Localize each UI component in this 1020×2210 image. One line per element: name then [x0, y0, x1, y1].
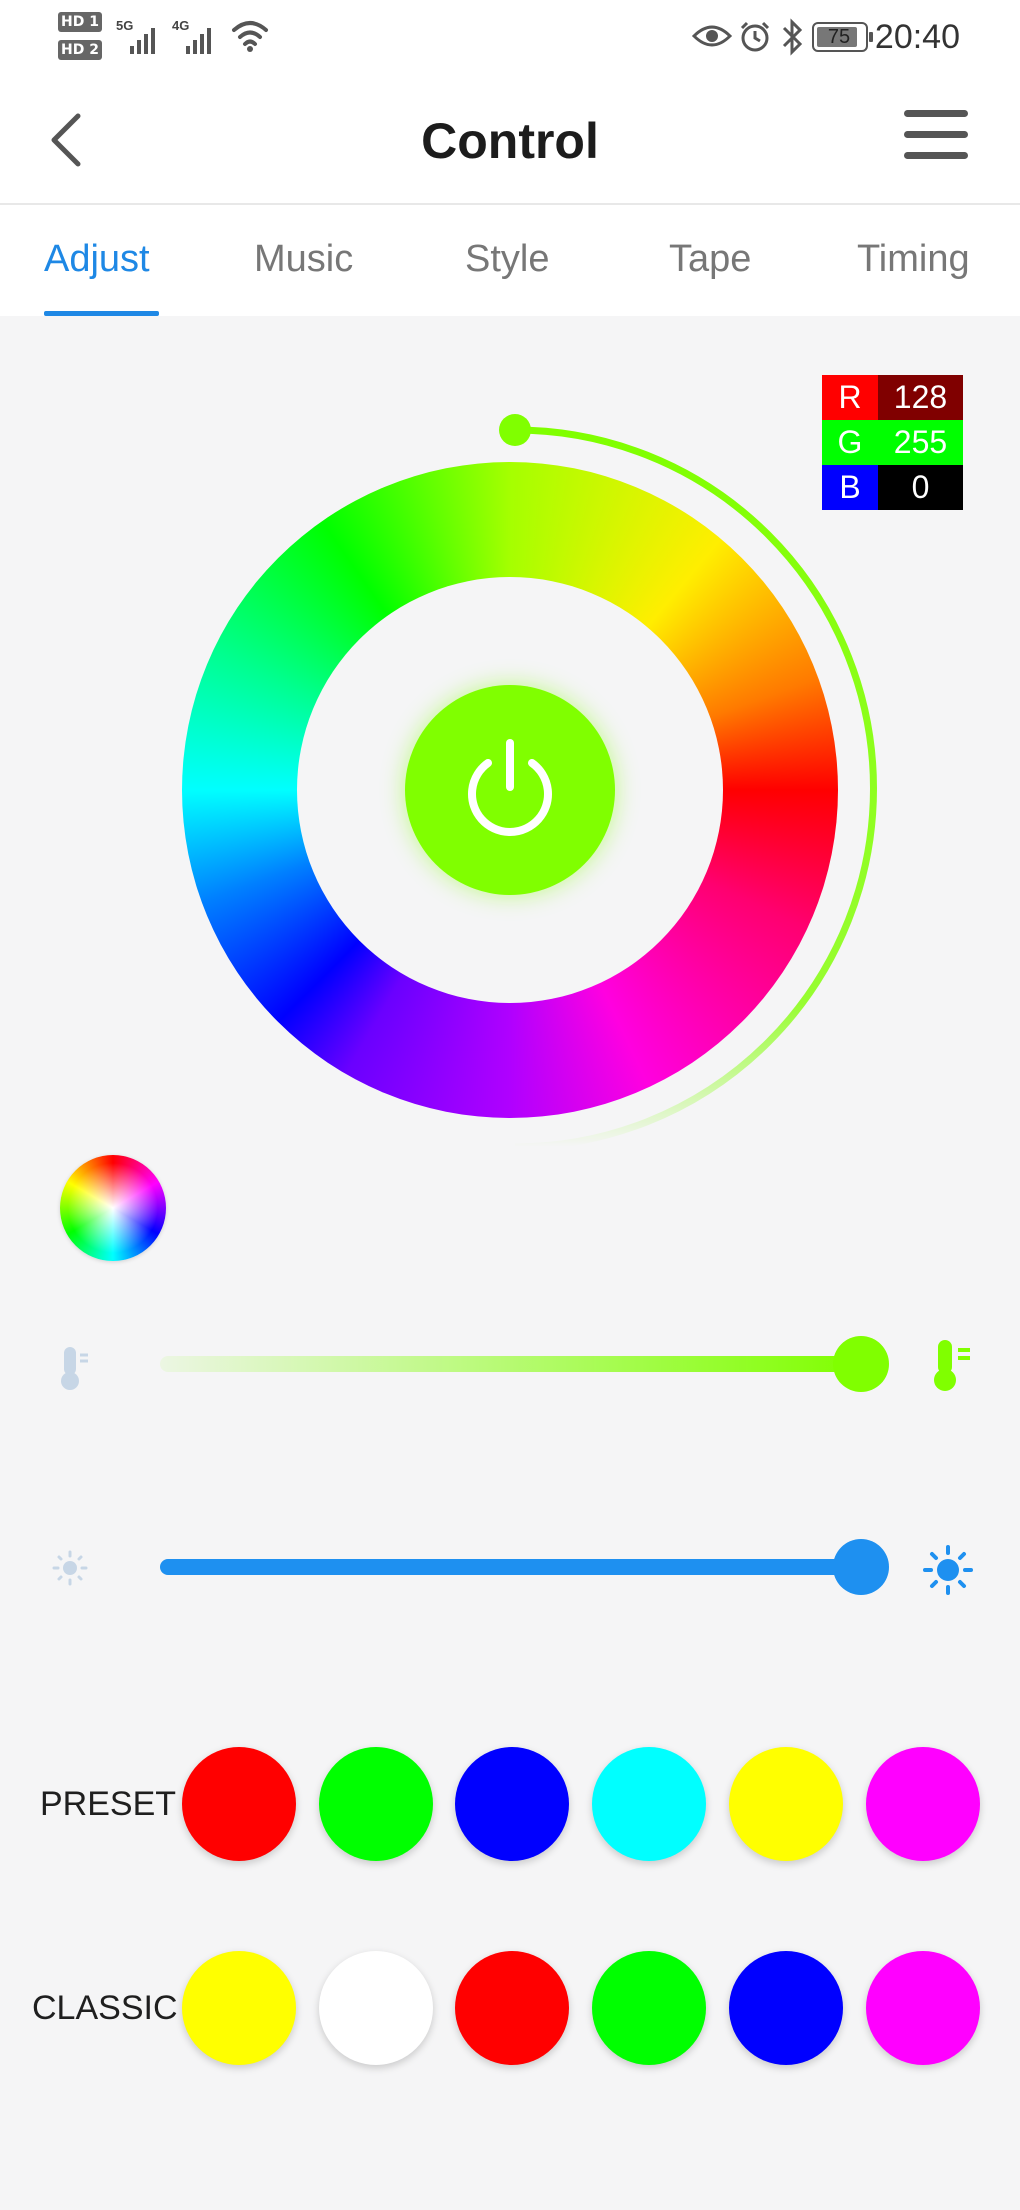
arc-handle[interactable] [499, 414, 531, 446]
tab-style[interactable]: Style [465, 238, 549, 281]
tab-timing[interactable]: Timing [857, 238, 970, 281]
preset-label: PRESET [40, 1785, 177, 1823]
brightness-knob[interactable] [833, 1539, 889, 1595]
classic-swatch-1[interactable] [182, 1951, 296, 2065]
eye-icon [692, 25, 732, 47]
active-tab-indicator [44, 311, 159, 316]
page-title: Control [421, 113, 599, 169]
preset-swatch-2[interactable] [319, 1747, 433, 1861]
preset-swatch-3[interactable] [455, 1747, 569, 1861]
power-button[interactable] [405, 685, 615, 895]
rgb-readout: R 128 G 255 B 0 [822, 375, 963, 510]
color-picker-button[interactable] [60, 1155, 166, 1261]
rgb-row-red: R 128 [822, 375, 963, 420]
rgb-row-blue: B 0 [822, 465, 963, 510]
thermometer-cold-icon [61, 1347, 88, 1390]
brightness-slider[interactable] [160, 1559, 860, 1575]
menu-icon[interactable] [904, 110, 968, 170]
hd2-indicator: HD 2 [58, 40, 106, 62]
status-bar: HD 1 HD 2 5G 4G 75 20:40 [0, 0, 1020, 80]
preset-swatch-6[interactable] [866, 1747, 980, 1861]
header-divider [0, 203, 1020, 205]
tab-music[interactable]: Music [254, 238, 353, 281]
wifi-icon [232, 21, 268, 52]
preset-swatch-1[interactable] [182, 1747, 296, 1861]
preset-swatch-4[interactable] [592, 1747, 706, 1861]
alarm-icon [740, 21, 770, 52]
tab-tape[interactable]: Tape [669, 238, 751, 281]
preset-swatch-5[interactable] [729, 1747, 843, 1861]
classic-label: CLASSIC [32, 1989, 178, 2027]
classic-swatch-2[interactable] [319, 1951, 433, 2065]
red-value: 128 [878, 375, 963, 420]
rgb-row-green: G 255 [822, 420, 963, 465]
green-value: 255 [878, 420, 963, 465]
classic-swatch-5[interactable] [729, 1951, 843, 2065]
battery-icon: 75 [812, 22, 873, 52]
color-temperature-knob[interactable] [833, 1336, 889, 1392]
status-time: 20:40 [874, 18, 960, 56]
color-temperature-slider[interactable] [160, 1356, 860, 1372]
thermometer-warm-icon [934, 1340, 970, 1391]
brightness-low-icon [52, 1550, 88, 1586]
power-icon [468, 739, 552, 836]
tab-adjust[interactable]: Adjust [44, 238, 150, 281]
classic-swatch-6[interactable] [866, 1951, 980, 2065]
classic-swatch-3[interactable] [455, 1951, 569, 2065]
bluetooth-icon [782, 18, 803, 56]
blue-value: 0 [878, 465, 963, 510]
brightness-high-icon [923, 1545, 973, 1595]
hd1-indicator: HD 1 [58, 12, 106, 34]
classic-swatch-4[interactable] [592, 1951, 706, 2065]
